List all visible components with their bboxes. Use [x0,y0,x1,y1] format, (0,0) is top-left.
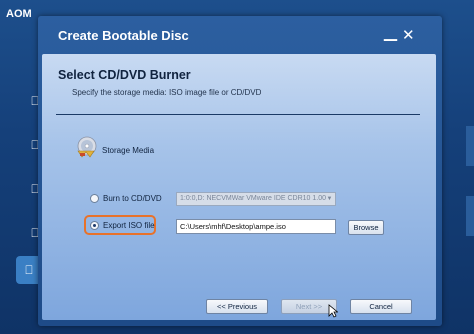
chevron-down-icon: ▼ [326,196,333,202]
storage-media-label: Storage Media [102,146,155,155]
dialog-title: Create Bootable Disc [58,28,189,43]
app-title: AOM [6,8,32,20]
section-subtitle: Specify the storage media: ISO image fil… [72,88,262,97]
mouse-cursor-icon [328,304,338,318]
cancel-button[interactable]: Cancel [350,299,412,314]
disc-icon [77,136,97,158]
minimize-icon[interactable]: — [383,30,398,48]
background-panel-edge [466,126,474,166]
export-iso-label[interactable]: Export ISO file [103,221,155,230]
previous-button[interactable]: << Previous [206,299,268,314]
burn-to-disc-label[interactable]: Burn to CD/DVD [103,194,162,203]
background-panel-edge [466,196,474,236]
content-panel: Select CD/DVD Burner Specify the storage… [42,54,436,320]
create-bootable-disc-dialog: Create Bootable Disc — ✕ Select CD/DVD B… [38,16,442,326]
burn-to-disc-radio[interactable] [90,194,99,203]
close-icon[interactable]: ✕ [402,26,415,44]
divider [56,114,420,115]
burner-device-select: 1:0:0,D: NECVMWar VMware IDE CDR10 1.00 … [176,192,336,206]
section-title: Select CD/DVD Burner [58,68,191,82]
browse-button[interactable]: Browse [348,220,384,235]
burner-device-value: 1:0:0,D: NECVMWar VMware IDE CDR10 1.00 [180,195,327,202]
export-iso-radio[interactable] [90,221,99,230]
iso-path-input[interactable] [176,219,336,234]
